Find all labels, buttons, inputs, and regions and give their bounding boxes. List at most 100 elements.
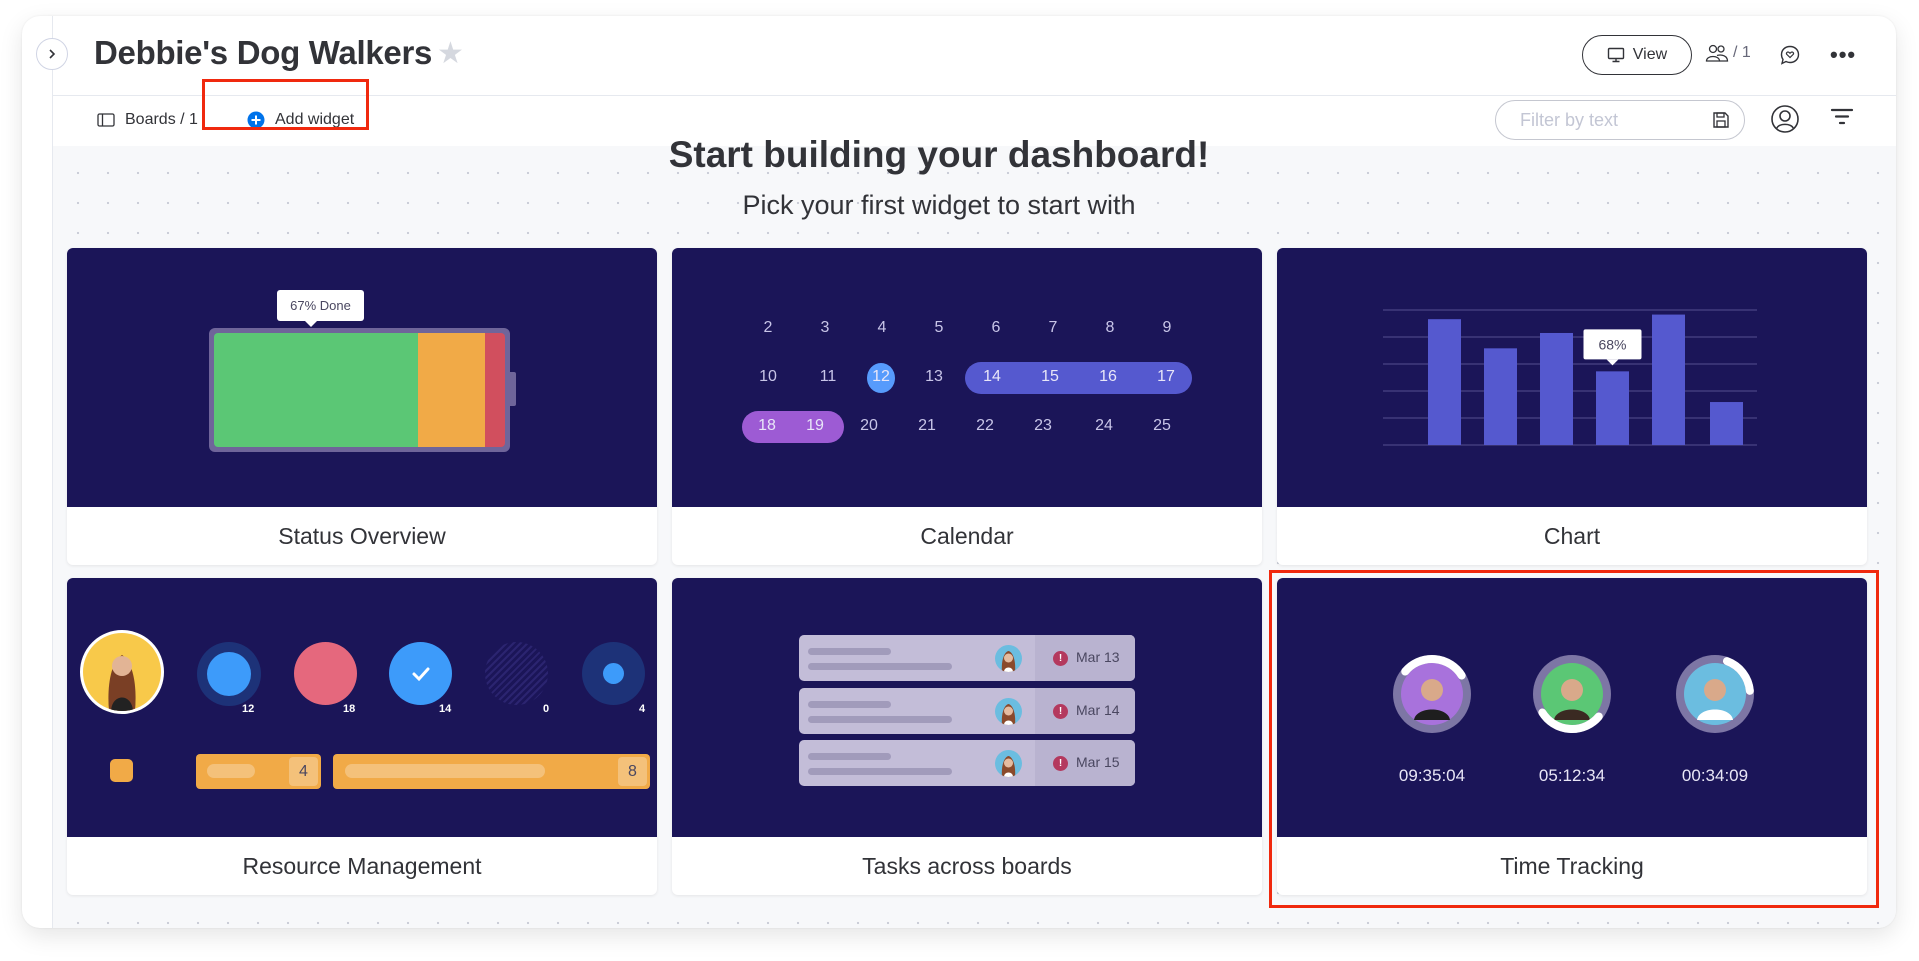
hero-title: Start building your dashboard!	[668, 134, 1210, 175]
view-label: View	[1632, 46, 1668, 63]
task-avatar	[995, 645, 1022, 672]
timer-value: 05:12:34	[1538, 766, 1606, 785]
calendar-day: 20	[860, 417, 878, 434]
battery-segment-working	[417, 333, 485, 447]
chart-tooltip-label: 68%	[1598, 336, 1626, 352]
status-dot-3	[389, 642, 452, 705]
resource-bar-2: 8	[333, 754, 650, 789]
timer-ring	[1676, 655, 1754, 733]
calendar-day: 19	[806, 417, 824, 434]
alert-icon: !	[1053, 756, 1068, 771]
status-dot-2	[294, 642, 357, 705]
widget-label: Time Tracking	[1500, 852, 1644, 879]
calendar-day: 7	[1048, 319, 1058, 336]
save-icon[interactable]	[1712, 111, 1730, 129]
page-title: Debbie's Dog Walkers	[94, 34, 433, 71]
filter-lines-icon	[1830, 108, 1854, 125]
status-dot-4	[485, 642, 548, 705]
count-2: 18	[343, 703, 356, 715]
battery-body	[209, 328, 510, 452]
status-overview-preview: 67% Done	[67, 248, 657, 507]
resource-bar-value: 4	[289, 757, 318, 786]
count-5: 4	[639, 703, 646, 715]
resource-legend-square	[110, 759, 133, 782]
widget-card-tasks-across-boards[interactable]: ! Mar 13 ! Mar 14 ! Mar 15 Tasks across …	[672, 578, 1262, 895]
chart-bar	[1596, 371, 1629, 445]
widget-card-chart[interactable]: 68% Chart	[1277, 248, 1867, 565]
task-date: Mar 13	[1076, 649, 1120, 665]
task-row: ! Mar 14	[799, 688, 1135, 734]
chart-bar	[1710, 402, 1743, 445]
widget-label: Resource Management	[242, 852, 482, 879]
calendar-day: 5	[934, 319, 944, 336]
timer-ring	[1393, 655, 1471, 733]
calendar-day: 17	[1157, 368, 1175, 385]
battery-segment-done	[214, 333, 418, 447]
calendar-day: 15	[1041, 368, 1059, 385]
count-1: 12	[242, 703, 255, 715]
resource-preview: 12 18 14 0 4 4 8	[67, 578, 657, 837]
calendar-day: 16	[1099, 368, 1117, 385]
calendar-day: 9	[1162, 319, 1172, 336]
calendar-day: 3	[820, 319, 830, 336]
calendar-day: 13	[925, 368, 943, 385]
count-4: 0	[543, 703, 550, 715]
feedback-button[interactable]	[1779, 44, 1801, 71]
widget-card-status-overview[interactable]: 67% Done Status Overview	[67, 248, 657, 565]
alert-icon: !	[1053, 651, 1068, 666]
battery-fill	[214, 333, 505, 447]
favorite-star-icon[interactable]: ★	[437, 36, 464, 71]
tooltip-arrow	[304, 320, 318, 327]
calendar-day: 6	[991, 319, 1001, 336]
time-tracking-preview: 09:35:04 05:12:34 00:34:09	[1277, 578, 1867, 837]
boards-tab[interactable]: Boards / 1	[97, 111, 198, 129]
task-avatar	[995, 750, 1022, 777]
filter-input[interactable]	[1520, 109, 1690, 131]
calendar-day: 10	[759, 368, 777, 385]
board-icon	[97, 113, 115, 127]
widget-card-resource-management[interactable]: 12 18 14 0 4 4 8 Resource Management	[67, 578, 657, 895]
calendar-day: 21	[918, 417, 936, 434]
expand-sidebar-button[interactable]	[36, 38, 68, 70]
check-icon	[412, 667, 429, 681]
hero-subtitle: Pick your first widget to start with	[742, 190, 1136, 220]
add-widget-highlight	[202, 79, 369, 130]
task-date: Mar 14	[1076, 702, 1120, 718]
widget-card-calendar[interactable]: 2 3 4 5 6 7 8 9 10 11 12 13 14 15 16 17 18 19 20 21 22 23 24 25…	[672, 248, 1262, 565]
task-row: ! Mar 13	[799, 635, 1135, 681]
widget-card-time-tracking[interactable]: 09:35:04 05:12:34 00:34:09 Time Tracking	[1277, 578, 1867, 895]
widget-label: Tasks across boards	[862, 852, 1072, 879]
resource-avatar	[80, 630, 164, 714]
person-circle-icon	[1771, 105, 1799, 133]
filter-sort-button[interactable]	[1830, 107, 1854, 132]
calendar-day: 18	[758, 417, 776, 434]
person-photo-icon	[108, 655, 136, 711]
more-options-icon[interactable]: •••	[1830, 42, 1856, 68]
chart-preview: 68%	[1277, 248, 1867, 507]
task-avatar	[995, 698, 1022, 725]
monitor-icon	[1607, 47, 1624, 63]
timer-value: 09:35:04	[1398, 766, 1466, 785]
members-button[interactable]: / 1	[1705, 43, 1751, 63]
chart-bar	[1428, 319, 1461, 445]
view-button[interactable]: View	[1582, 35, 1692, 75]
resource-bar-value: 8	[618, 757, 647, 786]
calendar-day: 2	[763, 319, 773, 336]
heart-chat-icon	[1780, 45, 1800, 65]
calendar-day: 4	[877, 319, 887, 336]
status-dot-1	[197, 642, 261, 706]
calendar-day: 25	[1153, 417, 1171, 434]
calendar-day: 11	[819, 368, 837, 385]
battery-tip	[510, 372, 516, 406]
chevron-right-icon	[49, 49, 56, 59]
done-tooltip: 67% Done	[277, 290, 364, 321]
task-row: ! Mar 15	[799, 740, 1135, 786]
calendar-day: 22	[976, 417, 994, 434]
task-date: Mar 15	[1076, 754, 1120, 770]
timer-value: 00:34:09	[1681, 766, 1749, 785]
alert-icon: !	[1053, 704, 1068, 719]
chart-bar	[1484, 348, 1517, 445]
calendar-day: 8	[1105, 319, 1115, 336]
timer-ring	[1533, 655, 1611, 733]
resource-bar-1: 4	[196, 754, 321, 789]
